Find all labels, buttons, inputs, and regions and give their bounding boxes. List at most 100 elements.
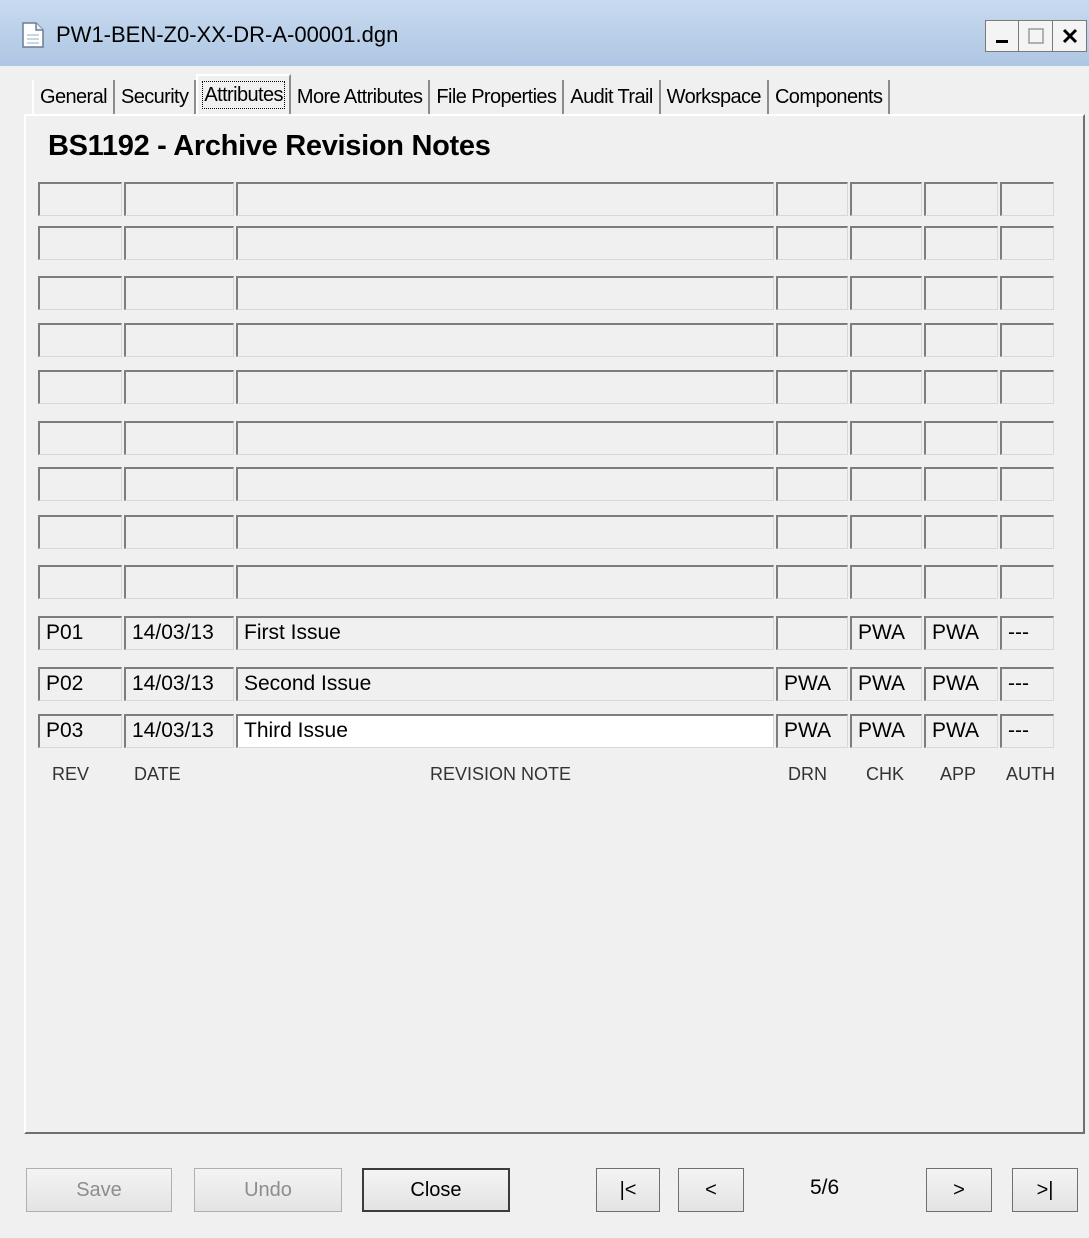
chk-field[interactable]: PWA: [850, 714, 922, 748]
tab-workspace[interactable]: Workspace: [661, 80, 769, 114]
tab-audit-trail[interactable]: Audit Trail: [564, 80, 661, 114]
rev-field[interactable]: [38, 467, 122, 501]
app-field[interactable]: PWA: [924, 714, 998, 748]
rev-field[interactable]: P01: [38, 616, 122, 650]
rev-field[interactable]: [38, 182, 122, 216]
date-field[interactable]: [124, 467, 234, 501]
note-field[interactable]: [236, 515, 774, 549]
drn-field[interactable]: [776, 226, 848, 260]
note-field[interactable]: [236, 370, 774, 404]
app-field[interactable]: [924, 565, 998, 599]
chk-field[interactable]: [850, 515, 922, 549]
date-field[interactable]: [124, 226, 234, 260]
app-field[interactable]: [924, 182, 998, 216]
date-field[interactable]: 14/03/13: [124, 714, 234, 748]
app-field[interactable]: [924, 276, 998, 310]
chk-field[interactable]: [850, 370, 922, 404]
note-field[interactable]: [236, 421, 774, 455]
auth-field[interactable]: [1000, 370, 1054, 404]
tab-general[interactable]: General: [32, 80, 115, 114]
drn-field[interactable]: [776, 515, 848, 549]
rev-field[interactable]: [38, 515, 122, 549]
previous-record-button[interactable]: <: [678, 1168, 744, 1212]
auth-field[interactable]: ---: [1000, 616, 1054, 650]
app-field[interactable]: [924, 323, 998, 357]
note-field[interactable]: First Issue: [236, 616, 774, 650]
rev-field[interactable]: [38, 323, 122, 357]
title-bar[interactable]: PW1-BEN-Z0-XX-DR-A-00001.dgn: [0, 0, 1089, 66]
app-field[interactable]: [924, 226, 998, 260]
auth-field[interactable]: [1000, 226, 1054, 260]
note-field[interactable]: [236, 565, 774, 599]
date-field[interactable]: [124, 421, 234, 455]
rev-field[interactable]: P03: [38, 714, 122, 748]
chk-field[interactable]: PWA: [850, 616, 922, 650]
chk-field[interactable]: [850, 226, 922, 260]
note-field[interactable]: Second Issue: [236, 667, 774, 701]
date-field[interactable]: [124, 323, 234, 357]
date-field[interactable]: 14/03/13: [124, 667, 234, 701]
chk-field[interactable]: [850, 421, 922, 455]
auth-field[interactable]: [1000, 467, 1054, 501]
date-field[interactable]: [124, 515, 234, 549]
chk-field[interactable]: PWA: [850, 667, 922, 701]
drn-field[interactable]: PWA: [776, 714, 848, 748]
auth-field[interactable]: ---: [1000, 667, 1054, 701]
auth-field[interactable]: ---: [1000, 714, 1054, 748]
note-field[interactable]: Third Issue: [236, 714, 774, 748]
auth-field[interactable]: [1000, 276, 1054, 310]
auth-field[interactable]: [1000, 182, 1054, 216]
drn-field[interactable]: [776, 421, 848, 455]
tab-file-properties[interactable]: File Properties: [430, 80, 565, 114]
tab-components[interactable]: Components: [769, 80, 891, 114]
drn-field[interactable]: [776, 616, 848, 650]
drn-field[interactable]: PWA: [776, 667, 848, 701]
chk-field[interactable]: [850, 276, 922, 310]
app-field[interactable]: [924, 467, 998, 501]
auth-field[interactable]: [1000, 323, 1054, 357]
close-dialog-button[interactable]: Close: [362, 1168, 510, 1212]
close-button[interactable]: [1053, 20, 1087, 52]
rev-field[interactable]: [38, 276, 122, 310]
chk-field[interactable]: [850, 182, 922, 216]
drn-field[interactable]: [776, 276, 848, 310]
date-field[interactable]: [124, 276, 234, 310]
maximize-button[interactable]: [1019, 20, 1053, 52]
drn-field[interactable]: [776, 182, 848, 216]
drn-field[interactable]: [776, 323, 848, 357]
rev-field[interactable]: P02: [38, 667, 122, 701]
undo-button[interactable]: Undo: [194, 1168, 342, 1212]
minimize-button[interactable]: [985, 20, 1019, 52]
save-button[interactable]: Save: [26, 1168, 172, 1212]
drn-field[interactable]: [776, 467, 848, 501]
rev-field[interactable]: [38, 370, 122, 404]
drn-field[interactable]: [776, 370, 848, 404]
chk-field[interactable]: [850, 323, 922, 357]
tab-attributes[interactable]: Attributes: [196, 74, 291, 114]
drn-field[interactable]: [776, 565, 848, 599]
app-field[interactable]: PWA: [924, 667, 998, 701]
auth-field[interactable]: [1000, 421, 1054, 455]
last-record-button[interactable]: >|: [1012, 1168, 1078, 1212]
date-field[interactable]: 14/03/13: [124, 616, 234, 650]
auth-field[interactable]: [1000, 515, 1054, 549]
first-record-button[interactable]: |<: [596, 1168, 660, 1212]
rev-field[interactable]: [38, 565, 122, 599]
note-field[interactable]: [236, 323, 774, 357]
note-field[interactable]: [236, 226, 774, 260]
rev-field[interactable]: [38, 226, 122, 260]
app-field[interactable]: [924, 515, 998, 549]
next-record-button[interactable]: >: [926, 1168, 992, 1212]
chk-field[interactable]: [850, 467, 922, 501]
rev-field[interactable]: [38, 421, 122, 455]
auth-field[interactable]: [1000, 565, 1054, 599]
date-field[interactable]: [124, 370, 234, 404]
note-field[interactable]: [236, 182, 774, 216]
note-field[interactable]: [236, 276, 774, 310]
chk-field[interactable]: [850, 565, 922, 599]
tab-security[interactable]: Security: [115, 80, 197, 114]
app-field[interactable]: PWA: [924, 616, 998, 650]
tab-more-attributes[interactable]: More Attributes: [291, 80, 431, 114]
date-field[interactable]: [124, 565, 234, 599]
app-field[interactable]: [924, 421, 998, 455]
